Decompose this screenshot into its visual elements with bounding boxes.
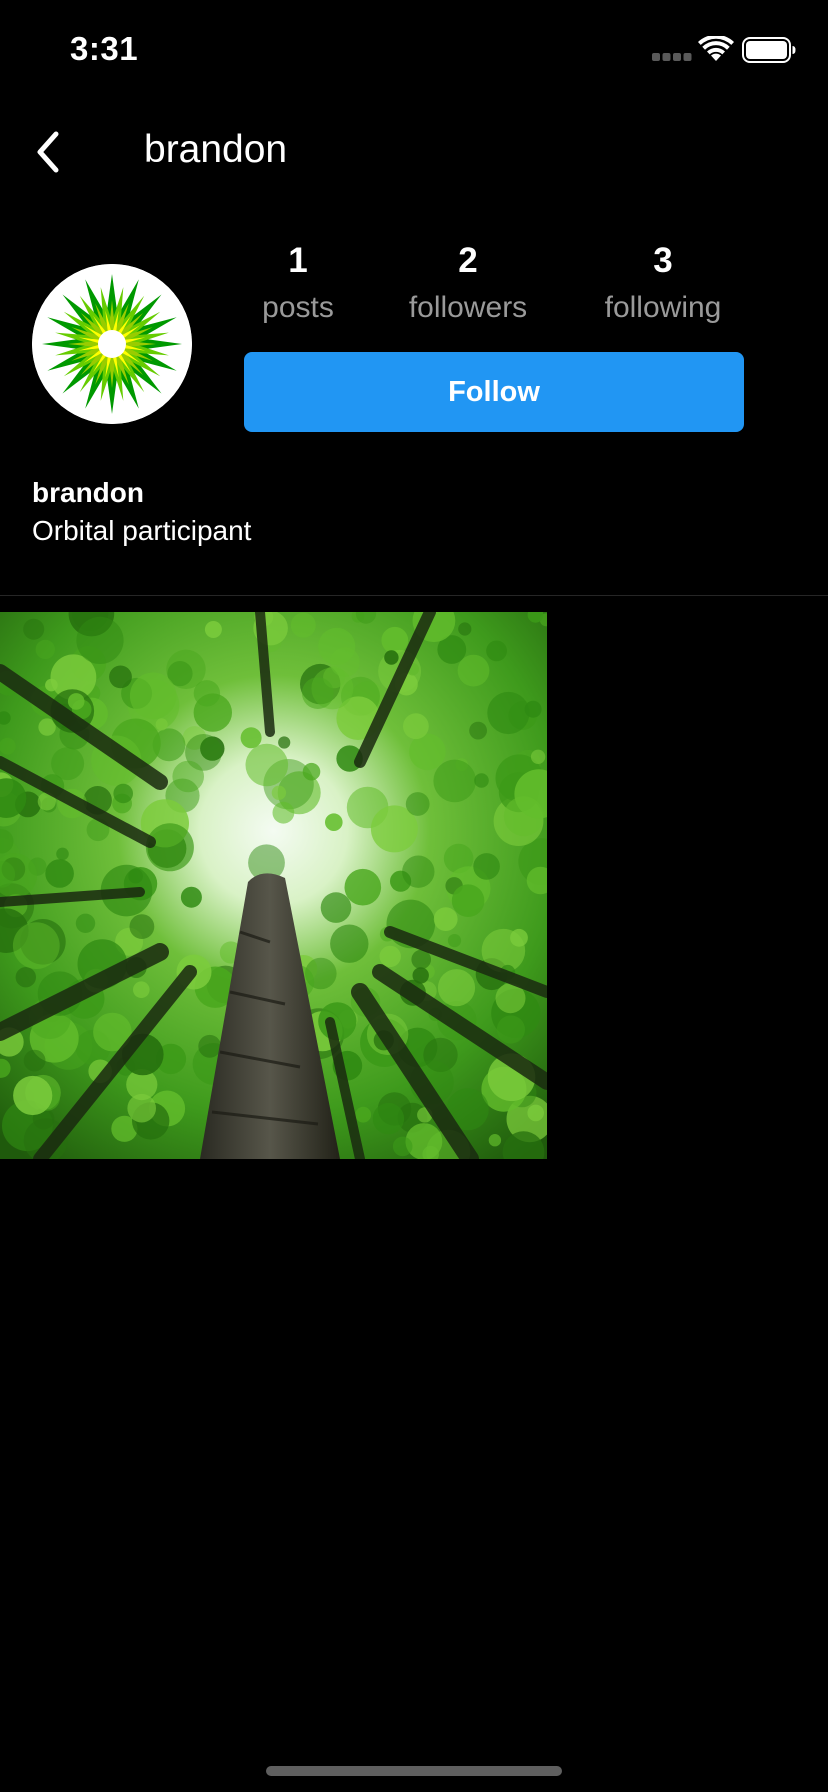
battery-icon [742,37,796,63]
bio-section: brandon Orbital participant [32,474,251,550]
following-stat[interactable]: 3 following [590,236,736,330]
back-button[interactable] [24,128,72,176]
profile-bio: Orbital participant [32,515,252,546]
following-label: following [604,291,722,324]
chevron-left-icon [37,131,59,173]
avatar[interactable] [32,264,192,424]
posts-count: 1 [288,241,308,280]
forest-canopy-photo-icon [0,612,547,1159]
post-thumbnail[interactable] [0,612,547,1159]
posts-stat[interactable]: 1 posts [248,236,348,330]
divider [0,595,828,596]
wifi-icon [698,36,734,61]
status-bar: 3:31 [0,0,828,100]
nav-header: brandon [0,110,828,194]
posts-label: posts [262,291,334,324]
followers-stat[interactable]: 2 followers [392,236,544,330]
follow-button[interactable]: Follow [244,352,744,432]
followers-count: 2 [458,241,478,280]
status-time: 3:31 [70,30,139,67]
followers-label: followers [408,291,528,324]
profile-name: brandon [32,477,144,508]
green-starburst-logo-icon [32,264,192,424]
cellular-signal-icon [652,53,692,61]
home-indicator [266,1766,562,1776]
page-title: brandon [144,128,288,171]
following-count: 3 [653,241,673,280]
